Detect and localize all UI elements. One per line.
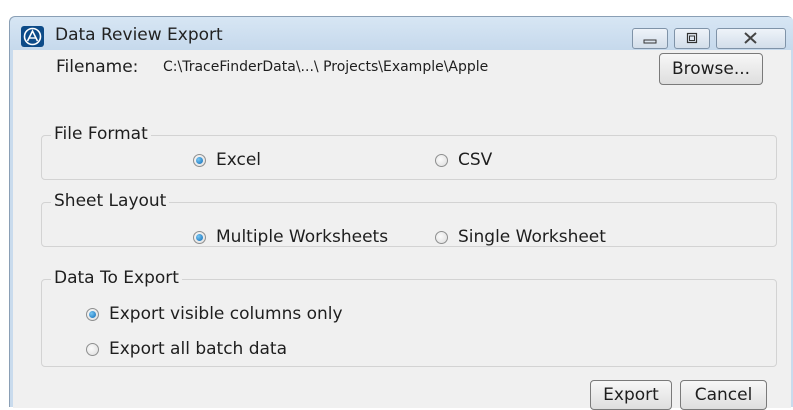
excel-radio[interactable] <box>193 154 206 167</box>
close-button[interactable] <box>716 28 786 49</box>
filename-path: C:\TraceFinderData\...\ Projects\Example… <box>163 59 489 75</box>
dialog-content: Filename: C:\TraceFinderData\...\ Projec… <box>13 50 791 410</box>
export-all-batch-data-label[interactable]: Export all batch data <box>109 339 287 359</box>
maximize-icon <box>686 32 698 44</box>
excel-label[interactable]: Excel <box>216 150 261 170</box>
csv-label[interactable]: CSV <box>458 150 492 170</box>
single-worksheet-radio[interactable] <box>435 231 448 244</box>
single-worksheet-label[interactable]: Single Worksheet <box>458 227 606 247</box>
cancel-button[interactable]: Cancel <box>680 380 767 410</box>
export-visible-columns-label[interactable]: Export visible columns only <box>109 304 343 324</box>
minimize-icon <box>643 39 657 44</box>
csv-radio[interactable] <box>435 154 448 167</box>
export-all-batch-data-radio[interactable] <box>86 343 99 356</box>
file-format-group <box>41 135 777 180</box>
export-dialog-window: Data Review Export Filename: C:\TraceFin… <box>9 16 793 410</box>
browse-button[interactable]: Browse... <box>659 53 763 85</box>
title-bar[interactable]: Data Review Export <box>10 17 793 50</box>
multiple-worksheets-radio[interactable] <box>193 231 206 244</box>
app-logo-icon <box>21 26 44 47</box>
minimize-button[interactable] <box>632 28 668 49</box>
export-button[interactable]: Export <box>590 380 672 410</box>
export-visible-columns-radio[interactable] <box>86 308 99 321</box>
sheet-layout-title: Sheet Layout <box>51 191 170 211</box>
filename-label: Filename: <box>56 57 139 77</box>
maximize-button[interactable] <box>674 28 710 49</box>
window-title: Data Review Export <box>55 25 223 45</box>
close-icon <box>744 32 757 44</box>
multiple-worksheets-label[interactable]: Multiple Worksheets <box>216 227 388 247</box>
data-to-export-title: Data To Export <box>51 268 182 288</box>
file-format-title: File Format <box>51 124 151 144</box>
